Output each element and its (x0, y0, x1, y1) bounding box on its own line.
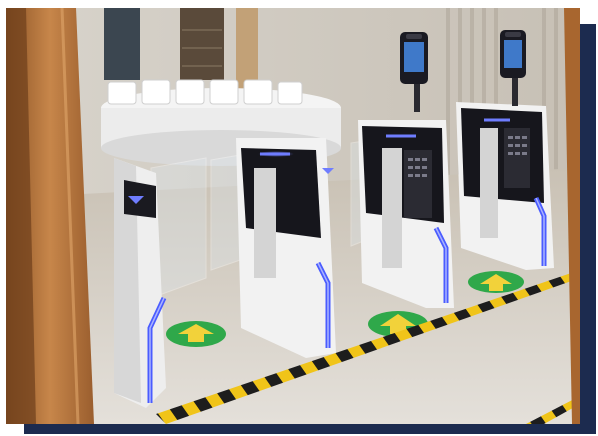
back-window (104, 8, 140, 80)
floor-sign-1 (166, 321, 226, 347)
photo-scene (6, 8, 580, 424)
keypad-icon (508, 136, 527, 155)
keypad-icon (408, 158, 427, 177)
turnstile-center (236, 138, 336, 358)
floor-sign-3 (468, 271, 524, 293)
back-shelf (180, 8, 224, 80)
turnstile-right (456, 102, 554, 270)
photo (6, 8, 580, 424)
image-frame (0, 0, 598, 436)
turnstile-mid-right (358, 120, 454, 308)
